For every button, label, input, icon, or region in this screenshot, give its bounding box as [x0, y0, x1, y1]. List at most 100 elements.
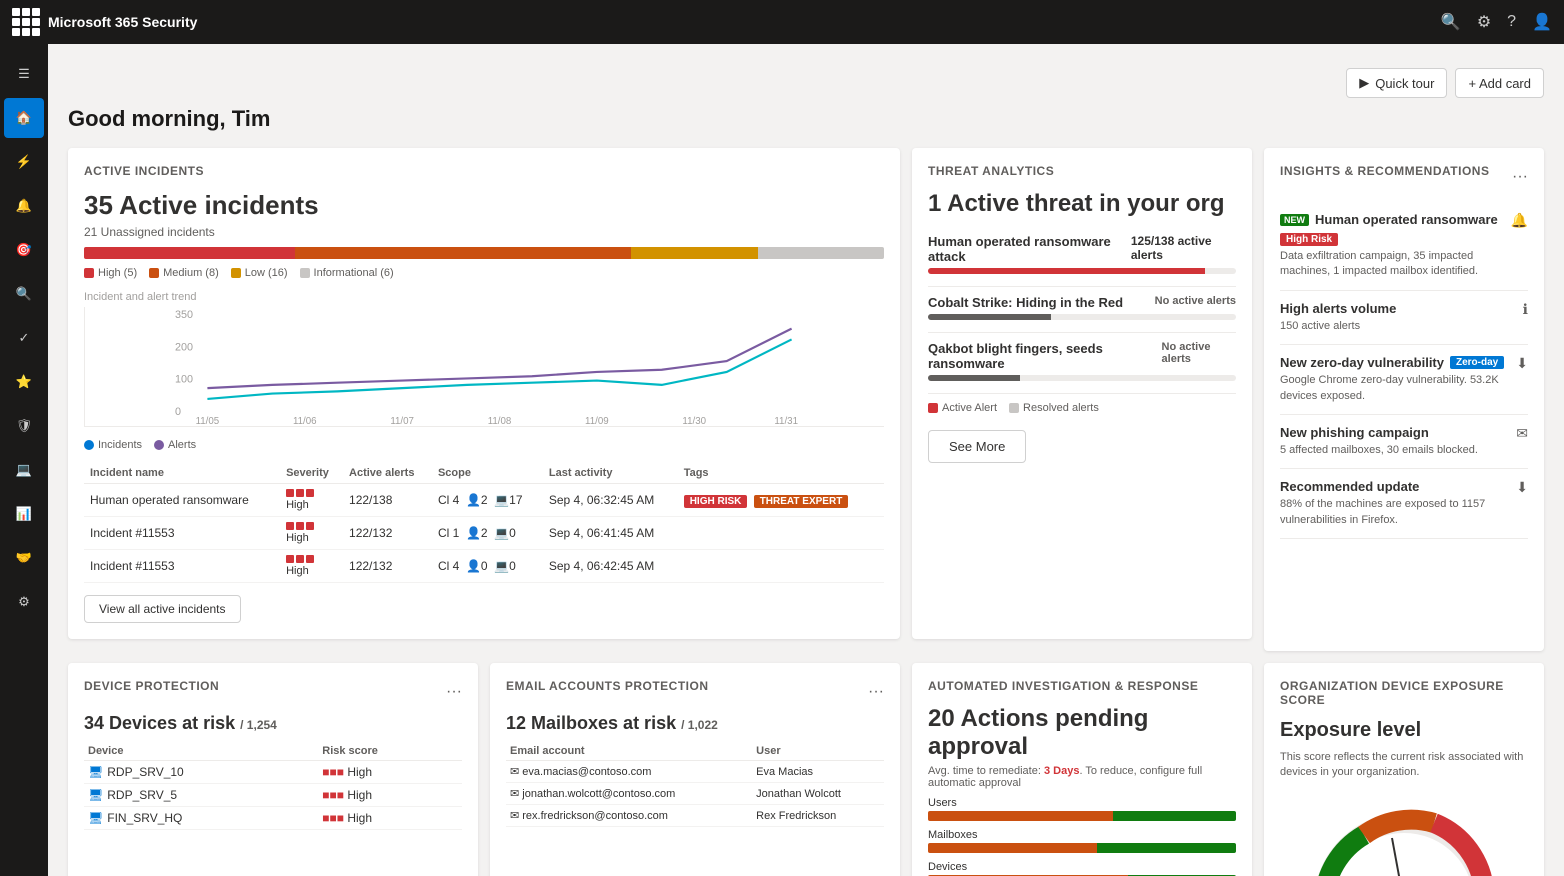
sidebar-item-actions[interactable]: ✓ — [4, 318, 44, 358]
email-user: Jonathan Wolcott — [752, 783, 884, 805]
low-severity-bar — [631, 247, 757, 259]
sidebar-item-partners[interactable]: 🤝 — [4, 538, 44, 578]
exposure-desc: This score reflects the current risk ass… — [1280, 750, 1528, 781]
insights-header: Insights & Recommendations ··· — [1280, 164, 1528, 190]
sidebar-item-reports[interactable]: 📊 — [4, 494, 44, 534]
unassigned-label: 21 Unassigned incidents — [84, 225, 884, 239]
sidebar-item-devices[interactable]: 💻 — [4, 450, 44, 490]
incident-chart: 350 200 100 0 11/05 11/06 11/07 11/08 11… — [84, 307, 884, 427]
table-row[interactable]: 🖥RDP_SRV_10 ■■■ High — [84, 761, 462, 784]
threat-row-3[interactable]: Qakbot blight fingers, seeds ransomware … — [928, 333, 1236, 394]
incident-tags — [678, 550, 884, 583]
sidebar-item-settings[interactable]: ⚙ — [4, 582, 44, 622]
email-address: ✉ eva.macias@contoso.com — [506, 761, 752, 783]
email-col-account: Email account — [506, 742, 752, 761]
table-row[interactable]: Human operated ransomware High 122/138 C… — [84, 484, 884, 517]
see-more-button[interactable]: See More — [928, 430, 1026, 463]
device-name: 🖥RDP_SRV_5 — [84, 784, 318, 807]
threat-row-2[interactable]: Cobalt Strike: Hiding in the Red No acti… — [928, 287, 1236, 333]
waffle-icon[interactable] — [12, 8, 40, 36]
threat-name-3: Qakbot blight fingers, seeds ransomware … — [928, 341, 1236, 371]
device-risk: ■■■ High — [318, 784, 462, 807]
legend-medium: Medium (8) — [149, 267, 219, 279]
device-dots-menu[interactable]: ··· — [446, 683, 462, 701]
sidebar-item-secure-score[interactable]: ⭐ — [4, 362, 44, 402]
sidebar-item-home[interactable]: 🏠 — [4, 98, 44, 138]
insight-item-5[interactable]: Recommended update 88% of the machines a… — [1280, 469, 1528, 539]
help-icon[interactable]: ? — [1507, 13, 1516, 31]
add-card-button[interactable]: + Add card — [1455, 68, 1544, 98]
device-name: 🖥RDP_SRV_10 — [84, 761, 318, 784]
table-row[interactable]: Incident #11553 High 122/132 Cl 1 👤2 💻0 … — [84, 517, 884, 550]
incident-scope: Cl 1 👤2 💻0 — [432, 517, 543, 550]
email-address: ✉ rex.fredrickson@contoso.com — [506, 805, 752, 827]
incident-alerts: 122/132 — [343, 517, 432, 550]
legend-incidents: Incidents — [84, 439, 142, 451]
threat-row-1[interactable]: Human operated ransomware attack 125/138… — [928, 226, 1236, 287]
insight-desc-3: Google Chrome zero-day vulnerability. 53… — [1280, 373, 1508, 404]
sidebar-item-hunting[interactable]: 🎯 — [4, 230, 44, 270]
svg-text:350: 350 — [175, 309, 193, 321]
col-severity: Severity — [280, 463, 343, 484]
legend-informational: Informational (6) — [300, 267, 394, 279]
incidents-table: Incident name Severity Active alerts Sco… — [84, 463, 884, 583]
app-title: Microsoft 365 Security — [48, 14, 197, 30]
email-dots-menu[interactable]: ··· — [868, 683, 884, 701]
device-count: 34 Devices at risk / 1,254 — [84, 713, 462, 734]
sidebar-item-alerts[interactable]: 🔔 — [4, 186, 44, 226]
table-row[interactable]: ✉ rex.fredrickson@contoso.com Rex Fredri… — [506, 805, 884, 827]
insight-title-5: Recommended update — [1280, 479, 1419, 494]
settings-icon[interactable]: ⚙ — [1477, 12, 1491, 32]
table-row[interactable]: ✉ jonathan.wolcott@contoso.com Jonathan … — [506, 783, 884, 805]
mailboxes-label: Mailboxes — [928, 829, 1236, 841]
incident-last-activity: Sep 4, 06:42:45 AM — [543, 550, 678, 583]
insight-item-3[interactable]: New zero-day vulnerability Zero-day Goog… — [1280, 345, 1528, 415]
table-row[interactable]: 🖥FIN_SRV_HQ ■■■ High — [84, 807, 462, 830]
email-user: Eva Macias — [752, 761, 884, 783]
sidebar-item-vulnerability[interactable]: 🛡 — [4, 406, 44, 446]
threat-count: 1 Active threat in your org — [928, 190, 1236, 218]
air-card: Automated Investigation & Response 20 Ac… — [912, 663, 1252, 876]
quick-tour-button[interactable]: ▶ Quick tour — [1346, 68, 1447, 98]
sidebar-item-search[interactable]: 🔍 — [4, 274, 44, 314]
table-row[interactable]: Incident #11553 High 122/132 Cl 4 👤0 💻0 … — [84, 550, 884, 583]
insight-item-2[interactable]: High alerts volume 150 active alerts ℹ — [1280, 291, 1528, 345]
incident-alerts: 122/132 — [343, 550, 432, 583]
col-tags: Tags — [678, 463, 884, 484]
insight-item-4[interactable]: New phishing campaign 5 affected mailbox… — [1280, 415, 1528, 469]
profile-icon[interactable]: 👤 — [1532, 12, 1552, 32]
devices-label: Devices — [928, 861, 1236, 873]
exposure-card: Organization Device Exposure Score Expos… — [1264, 663, 1544, 876]
svg-text:11/05: 11/05 — [196, 416, 220, 426]
device-protection-card: Device Protection ··· 34 Devices at risk… — [68, 663, 478, 876]
device-risk: ■■■ High — [318, 807, 462, 830]
email-address: ✉ jonathan.wolcott@contoso.com — [506, 783, 752, 805]
svg-text:11/07: 11/07 — [390, 416, 414, 426]
search-icon[interactable]: 🔍 — [1441, 12, 1461, 32]
svg-text:11/31: 11/31 — [774, 416, 798, 426]
info-icon[interactable]: ℹ — [1523, 301, 1528, 318]
table-row[interactable]: 🖥RDP_SRV_5 ■■■ High — [84, 784, 462, 807]
mail-icon[interactable]: ✉ — [1516, 425, 1528, 442]
quick-tour-icon: ▶ — [1359, 75, 1369, 91]
insights-dots-menu[interactable]: ··· — [1512, 168, 1528, 186]
incident-severity: High — [280, 550, 343, 583]
page-greeting: Good morning, Tim — [68, 106, 1544, 132]
incident-name: Incident #11553 — [84, 550, 280, 583]
bell-icon[interactable]: 🔔 — [1511, 212, 1528, 229]
insight-item-1[interactable]: NEW Human operated ransomware High Risk … — [1280, 202, 1528, 291]
insight-desc-5: 88% of the machines are exposed to 1157 … — [1280, 497, 1508, 528]
info-severity-bar — [758, 247, 884, 259]
view-all-incidents-button[interactable]: View all active incidents — [84, 595, 241, 623]
main-content: ▶ Quick tour + Add card Good morning, Ti… — [48, 44, 1564, 876]
high-risk-badge: High Risk — [1280, 233, 1338, 246]
incident-name: Human operated ransomware — [84, 484, 280, 517]
update-icon[interactable]: ⬇ — [1516, 479, 1528, 496]
table-row[interactable]: ✉ eva.macias@contoso.com Eva Macias — [506, 761, 884, 783]
insights-card: Insights & Recommendations ··· NEW Human… — [1264, 148, 1544, 651]
sidebar-item-menu[interactable]: ☰ — [4, 54, 44, 94]
download-icon[interactable]: ⬇ — [1516, 355, 1528, 372]
insight-desc-1: Data exfiltration campaign, 35 impacted … — [1280, 249, 1503, 280]
active-incidents-card: Active Incidents 35 Active incidents 21 … — [68, 148, 900, 639]
sidebar-item-incidents[interactable]: ⚡ — [4, 142, 44, 182]
